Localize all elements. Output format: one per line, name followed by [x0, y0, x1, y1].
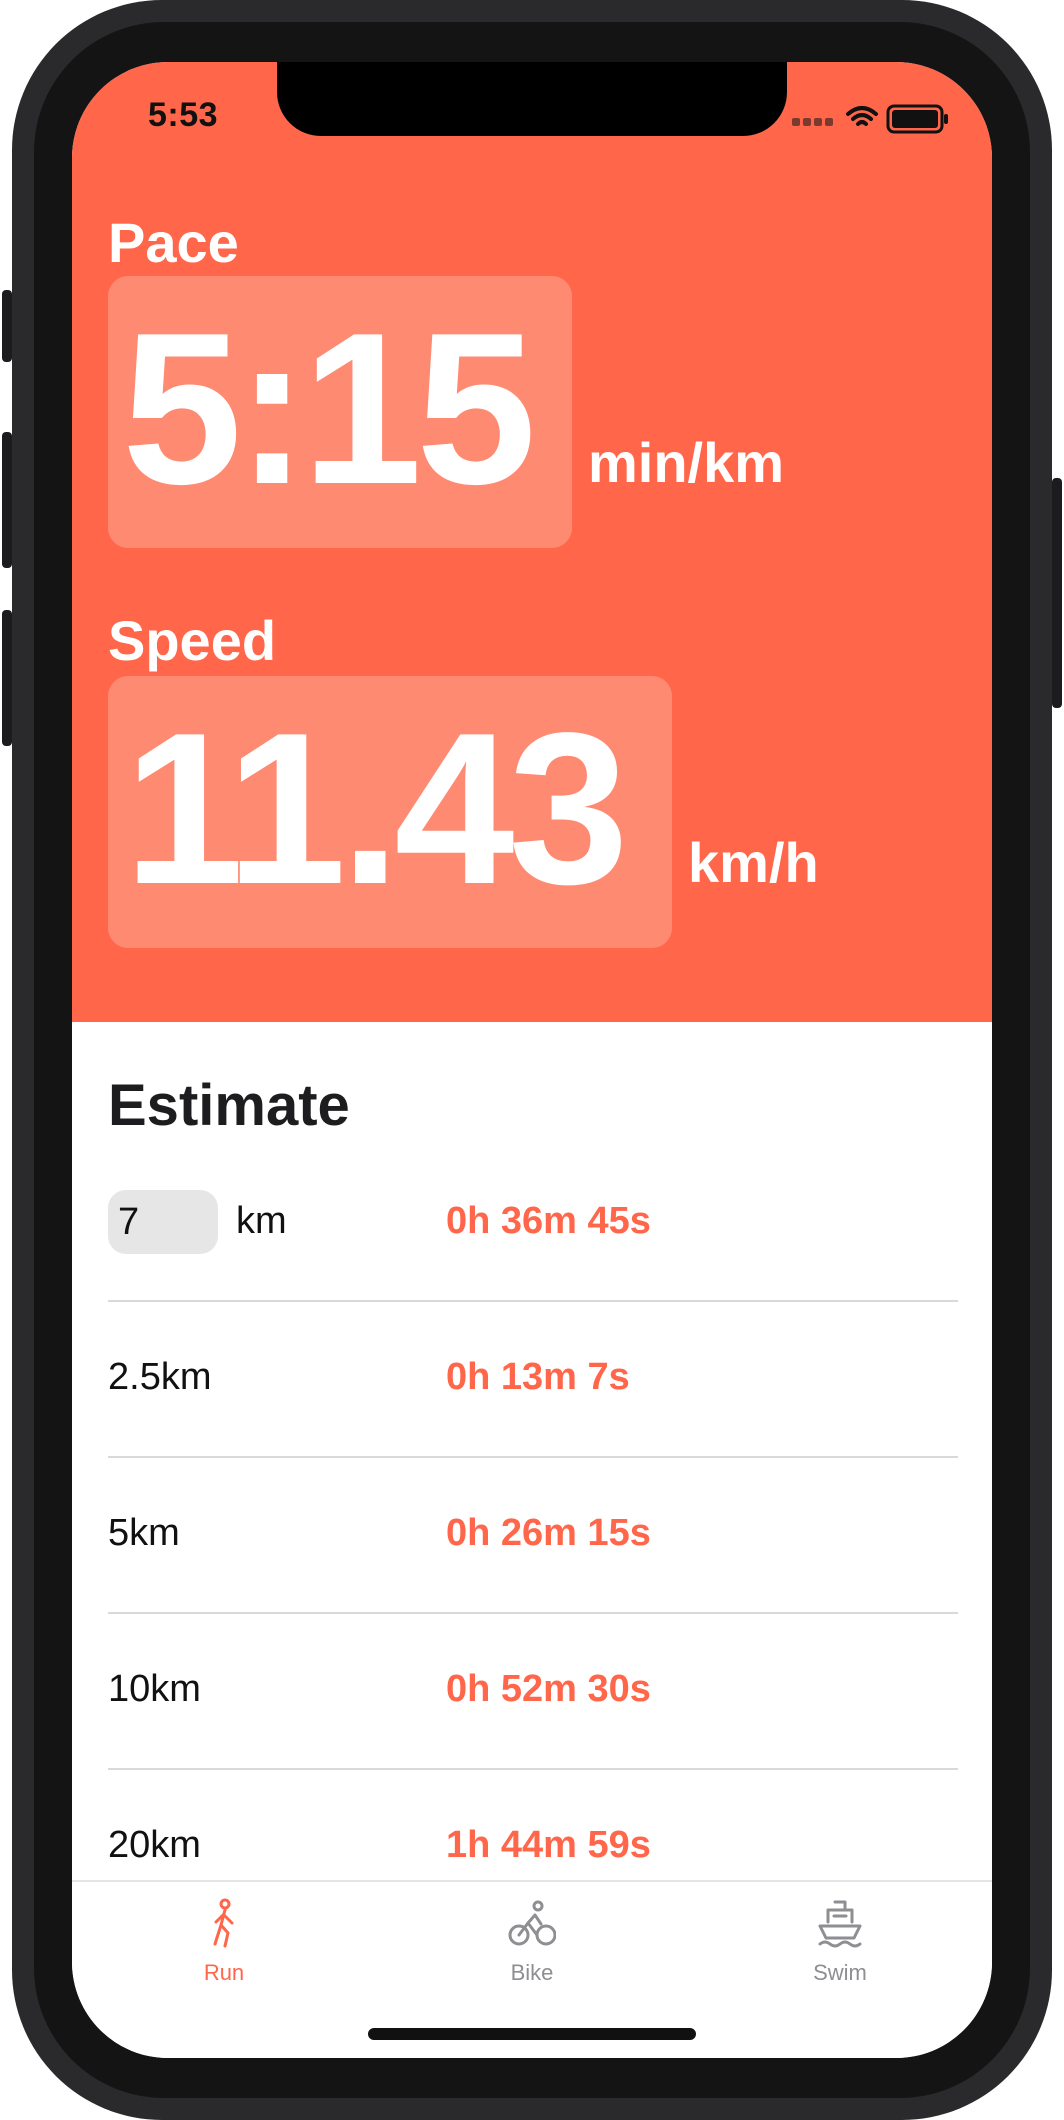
pace-unit: min/km — [588, 431, 785, 494]
bike-icon — [508, 1900, 556, 1946]
volume-down-button — [2, 610, 12, 746]
status-time: 5:53 — [148, 96, 219, 134]
tab-bike-label: Bike — [510, 1960, 554, 1985]
estimate-row-label: 5km — [108, 1512, 180, 1554]
distance-input-unit: km — [236, 1200, 287, 1242]
metrics-panel: 5:53 Pace 5:15 min/km Speed 11.43 km/h — [72, 62, 992, 1022]
estimate-row-label: 20km — [108, 1824, 201, 1866]
row-divider — [108, 1300, 958, 1302]
row-divider — [108, 1612, 958, 1614]
tab-swim-label: Swim — [813, 1960, 867, 1985]
tab-run[interactable]: Run — [144, 1882, 304, 2002]
row-divider — [108, 1456, 958, 1458]
speed-value: 11.43 — [124, 687, 629, 929]
tab-swim[interactable]: Swim — [760, 1882, 920, 2002]
speed-unit: km/h — [688, 831, 819, 894]
power-button — [1052, 478, 1062, 708]
battery-icon — [886, 104, 948, 134]
signal-dots-icon — [792, 118, 833, 126]
speed-value-box: 11.43 — [108, 676, 672, 948]
tab-bike[interactable]: Bike — [452, 1882, 612, 2002]
pace-value: 5:15 — [122, 287, 536, 529]
speed-label: Speed — [108, 609, 277, 672]
home-indicator — [368, 2028, 696, 2040]
estimate-row-label: 2.5km — [108, 1356, 212, 1398]
estimate-title: Estimate — [108, 1073, 350, 1138]
volume-up-button — [2, 432, 12, 568]
estimate-row-time: 0h 52m 30s — [446, 1668, 651, 1710]
pace-label: Pace — [108, 211, 239, 274]
status-icons — [792, 102, 952, 134]
pace-value-box: 5:15 — [108, 276, 572, 548]
estimate-row-time: 1h 44m 59s — [446, 1824, 651, 1866]
swim-icon — [818, 1900, 862, 1948]
status-indicators-icon — [792, 104, 948, 134]
distance-input[interactable]: 7 — [108, 1190, 218, 1254]
mute-switch — [2, 290, 12, 362]
row-divider — [108, 1768, 958, 1770]
estimate-row-time: 0h 26m 15s — [446, 1512, 651, 1554]
notch — [277, 62, 787, 136]
run-icon — [213, 1898, 234, 1948]
wifi-icon — [846, 106, 878, 126]
tab-run-label: Run — [203, 1960, 245, 1985]
custom-estimate-time: 0h 36m 45s — [446, 1200, 651, 1242]
estimate-row-time: 0h 13m 7s — [446, 1356, 630, 1398]
estimate-row-label: 10km — [108, 1668, 201, 1710]
app-screen: 5:53 Pace 5:15 min/km Speed 11.43 km/h E… — [72, 62, 992, 2058]
